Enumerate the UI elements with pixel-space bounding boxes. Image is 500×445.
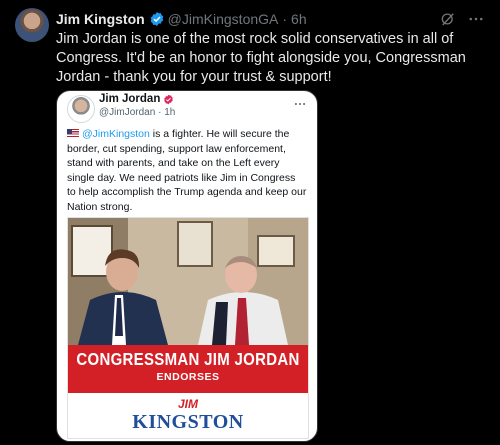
logo-first-name: JIM: [177, 397, 198, 411]
endorsement-banner: CONGRESSMAN JIM JORDAN ENDORSES: [68, 345, 308, 393]
endorsement-graphic: CONGRESSMAN JIM JORDAN ENDORSES JIM KING…: [67, 217, 309, 439]
more-icon: [293, 97, 307, 111]
banner-subtitle: ENDORSES: [156, 371, 220, 383]
verified-badge-icon[interactable]: [149, 11, 165, 27]
quoted-body: is a fighter. He will secure the border,…: [67, 128, 307, 213]
quoted-mention: @JimKingston: [82, 128, 150, 140]
grok-icon[interactable]: [439, 10, 457, 28]
post-text: Jim Jordan is one of the most rock solid…: [56, 31, 466, 85]
quoted-author-avatar: [67, 95, 95, 123]
author-handle[interactable]: @JimKingstonGA: [168, 11, 279, 27]
endorsement-photo: [68, 218, 308, 345]
campaign-logo: JIM KINGSTON: [68, 395, 308, 438]
quoted-author-handle: @JimJordan: [99, 107, 156, 118]
author-name[interactable]: Jim Kingston: [56, 11, 145, 27]
quoted-author-name: Jim Jordan: [99, 93, 161, 105]
post-time[interactable]: 6h: [291, 11, 307, 27]
quoted-meta: @JimJordan · 1h: [99, 107, 175, 118]
more-icon[interactable]: [467, 10, 485, 28]
banner-title: CONGRESSMAN JIM JORDAN: [76, 350, 300, 370]
author-avatar[interactable]: [15, 8, 49, 42]
quoted-author-row: Jim Jordan: [99, 93, 174, 105]
separator-dot: ·: [282, 11, 288, 27]
quoted-post-image[interactable]: Jim Jordan @JimJordan · 1h @JimKingston …: [56, 90, 318, 442]
quoted-time: 1h: [164, 107, 176, 118]
flag-icon: [67, 129, 79, 137]
quoted-text: @JimKingston is a fighter. He will secur…: [67, 127, 307, 214]
header-actions: [439, 10, 485, 28]
post-header: Jim Kingston @JimKingstonGA · 6h: [56, 10, 485, 28]
separator-dot: ·: [158, 107, 162, 118]
logo-last-name: KINGSTON: [132, 411, 244, 433]
verified-badge-icon: [163, 94, 174, 105]
